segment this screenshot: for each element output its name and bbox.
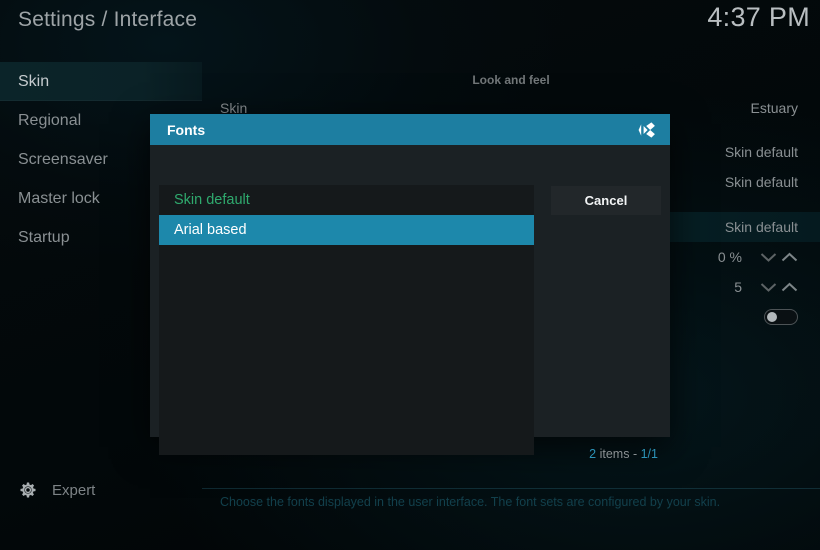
dialog-body: Skin default Arial based Cancel 2 items … — [150, 145, 670, 461]
item-count: 2 items - 1/1 — [589, 447, 658, 461]
kodi-logo-icon — [636, 118, 660, 142]
setting-value: Estuary — [750, 100, 798, 116]
toggle-switch[interactable] — [764, 309, 798, 325]
cancel-button[interactable]: Cancel — [551, 186, 661, 215]
settings-level-selector[interactable]: Expert — [18, 480, 95, 500]
list-item[interactable]: Skin default — [159, 185, 534, 215]
toggle-knob — [767, 312, 777, 322]
chevron-down-icon — [760, 282, 777, 292]
chevron-down-icon — [760, 252, 777, 262]
spinner-control[interactable] — [760, 252, 798, 263]
dialog-header: Fonts — [150, 114, 670, 145]
item-count-word: items — [599, 447, 630, 461]
dialog-title: Fonts — [167, 121, 206, 138]
item-count-page: 1/1 — [640, 447, 658, 461]
chevron-up-icon — [781, 252, 798, 261]
chevron-up-icon — [781, 282, 798, 291]
setting-description: Choose the fonts displayed in the user i… — [220, 495, 721, 509]
sidebar-item-label: Regional — [18, 112, 82, 129]
clock: 4:37 PM — [707, 2, 810, 32]
sidebar-item-label: Screensaver — [18, 151, 108, 168]
settings-level-label: Expert — [52, 481, 96, 499]
page-title: Settings / Interface — [18, 8, 198, 31]
list-item[interactable]: Arial based — [159, 215, 534, 245]
description-separator — [202, 488, 820, 489]
setting-value: 5 — [734, 279, 742, 295]
sidebar-item-skin[interactable]: Skin — [0, 62, 202, 101]
gear-icon — [18, 480, 38, 500]
setting-value: 0 % — [717, 249, 742, 265]
spinner-control[interactable] — [760, 282, 798, 293]
sidebar-item-label: Skin — [18, 73, 50, 90]
item-count-number: 2 — [589, 447, 597, 461]
item-count-separator: - — [632, 447, 638, 461]
setting-value: Skin default — [724, 174, 798, 190]
header-bar: Settings / Interface 4:37 PM — [0, 0, 820, 62]
section-header: Look and feel — [472, 73, 550, 87]
kodi-settings-screen: Settings / Interface 4:37 PM Skin Region… — [0, 0, 820, 550]
fonts-dialog: Fonts Skin default Arial based Cancel 2 … — [150, 114, 670, 461]
setting-value: Skin default — [724, 219, 798, 235]
fonts-list: Skin default Arial based — [159, 185, 534, 455]
setting-value: Skin default — [724, 144, 798, 160]
sidebar-item-label: Startup — [18, 229, 70, 246]
sidebar-item-label: Master lock — [18, 190, 100, 207]
